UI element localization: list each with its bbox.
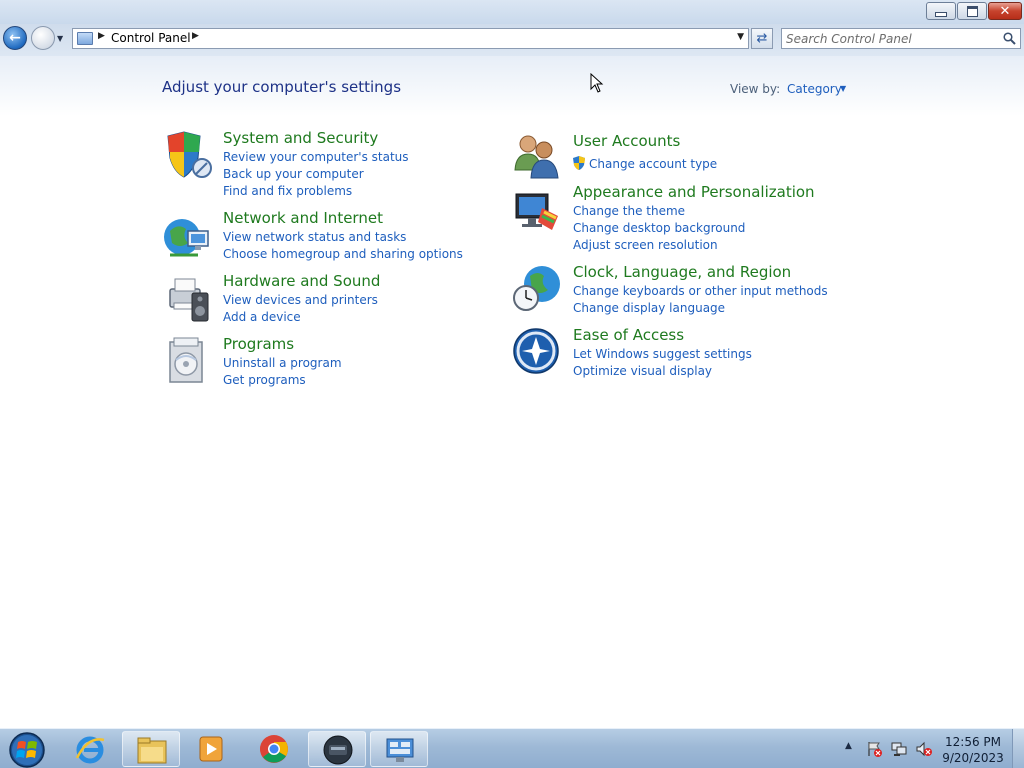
refresh-icon: ⇄ (756, 31, 768, 46)
link-back-up[interactable]: Back up your computer (223, 167, 364, 181)
back-arrow-icon: ← (9, 30, 21, 46)
restore-button[interactable] (957, 2, 987, 20)
category-network-and-internet[interactable]: Network and Internet (223, 209, 383, 227)
search-input[interactable] (786, 31, 996, 46)
programs-disc-icon[interactable] (162, 336, 212, 386)
page-title: Adjust your computer's settings (162, 78, 402, 96)
network-globe-icon[interactable] (162, 213, 212, 263)
link-get-programs[interactable]: Get programs (223, 373, 306, 387)
breadcrumb-control-panel[interactable]: Control Panel (111, 31, 191, 45)
back-button[interactable]: ← (3, 26, 27, 50)
category-ease-of-access[interactable]: Ease of Access (573, 326, 684, 344)
shield-icon[interactable] (162, 130, 212, 180)
link-change-theme[interactable]: Change the theme (573, 204, 685, 218)
volume-muted-icon[interactable] (916, 741, 932, 757)
link-display-language[interactable]: Change display language (573, 301, 725, 315)
link-add-device[interactable]: Add a device (223, 310, 301, 324)
refresh-button[interactable]: ⇄ (751, 28, 773, 49)
chevron-right-icon[interactable]: ▶ (192, 31, 199, 41)
printer-speaker-icon[interactable] (162, 273, 212, 323)
control-panel-icon (386, 738, 414, 762)
taskbar-internet-explorer[interactable] (61, 731, 119, 767)
title-bar (0, 0, 1024, 24)
recent-pages-dropdown[interactable]: ▼ (57, 34, 67, 44)
users-icon[interactable] (512, 130, 562, 180)
show-hidden-icons-icon[interactable]: ▲ (845, 741, 852, 751)
media-player-icon (199, 736, 223, 762)
category-user-accounts[interactable]: User Accounts (573, 132, 680, 150)
link-suggest-settings[interactable]: Let Windows suggest settings (573, 347, 752, 361)
address-dropdown-icon[interactable]: ▼ (737, 32, 744, 42)
uac-shield-icon (573, 156, 585, 170)
category-system-and-security[interactable]: System and Security (223, 129, 378, 147)
category-hardware-and-sound[interactable]: Hardware and Sound (223, 272, 380, 290)
taskbar-file-explorer[interactable] (122, 731, 180, 767)
restore-icon (958, 3, 986, 19)
close-button[interactable] (988, 2, 1022, 20)
link-uninstall-program[interactable]: Uninstall a program (223, 356, 342, 370)
minimize-button[interactable] (926, 2, 956, 20)
globe-clock-icon[interactable] (512, 264, 562, 314)
link-homegroup-sharing[interactable]: Choose homegroup and sharing options (223, 247, 463, 261)
link-change-account-type[interactable]: Change account type (589, 157, 717, 171)
taskbar-control-panel[interactable] (370, 731, 428, 767)
navigation-bar: ← ▼ ▶ Control Panel ▶ ▼ ⇄ (0, 24, 1024, 56)
chrome-icon (260, 735, 288, 763)
terminal-app-icon (323, 735, 353, 765)
ease-of-access-icon[interactable] (512, 327, 562, 377)
search-box[interactable] (781, 28, 1021, 49)
view-by-dropdown[interactable]: Category (787, 82, 842, 96)
link-keyboards-input[interactable]: Change keyboards or other input methods (573, 284, 828, 298)
clock-time: 12:56 PM (945, 735, 1001, 749)
taskbar-chrome[interactable] (245, 731, 303, 767)
clock-date: 9/20/2023 (942, 751, 1004, 765)
taskbar-clock[interactable]: 12:56 PM 9/20/2023 (940, 734, 1006, 766)
link-screen-resolution[interactable]: Adjust screen resolution (573, 238, 718, 252)
link-optimize-display[interactable]: Optimize visual display (573, 364, 712, 378)
chevron-right-icon[interactable]: ▶ (98, 31, 105, 41)
monitor-palette-icon[interactable] (512, 186, 562, 236)
search-icon[interactable] (1003, 32, 1016, 45)
link-review-status[interactable]: Review your computer's status (223, 150, 409, 164)
link-find-fix-problems[interactable]: Find and fix problems (223, 184, 352, 198)
category-programs[interactable]: Programs (223, 335, 294, 353)
network-icon[interactable] (891, 741, 907, 757)
control-panel-icon (77, 32, 93, 45)
show-desktop-button[interactable] (1012, 729, 1024, 768)
category-clock-language-region[interactable]: Clock, Language, and Region (573, 263, 791, 281)
close-icon (989, 3, 1021, 19)
link-view-network-status[interactable]: View network status and tasks (223, 230, 406, 244)
address-bar[interactable]: ▶ Control Panel ▶ ▼ (72, 28, 749, 49)
view-by-label: View by: (730, 82, 781, 96)
chevron-down-icon[interactable]: ▼ (840, 84, 846, 93)
minimize-icon (927, 3, 955, 19)
taskbar-media-player[interactable] (183, 731, 241, 767)
start-orb-icon[interactable] (3, 730, 47, 768)
link-desktop-background[interactable]: Change desktop background (573, 221, 745, 235)
category-appearance-personalization[interactable]: Appearance and Personalization (573, 183, 815, 201)
taskbar: ▲ 12:56 PM 9/20/2023 (0, 728, 1024, 768)
link-devices-printers[interactable]: View devices and printers (223, 293, 378, 307)
file-explorer-icon (137, 737, 167, 764)
mouse-cursor-icon (590, 73, 604, 93)
action-center-icon[interactable] (866, 741, 882, 757)
internet-explorer-icon (75, 736, 105, 764)
forward-button[interactable] (31, 26, 55, 50)
taskbar-terminal-app[interactable] (308, 731, 366, 767)
